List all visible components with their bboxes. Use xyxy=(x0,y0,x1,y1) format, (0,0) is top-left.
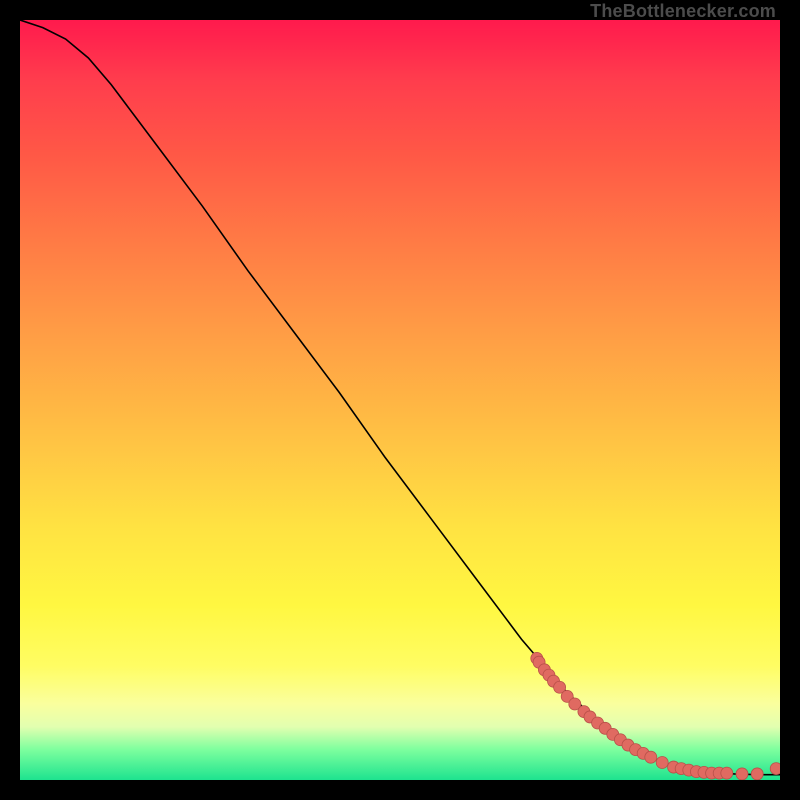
data-marker xyxy=(645,751,657,763)
data-marker xyxy=(770,763,780,775)
plot-area: TheBottlenecker.com xyxy=(20,20,780,780)
chart-frame: TheBottlenecker.com xyxy=(0,0,800,800)
data-marker xyxy=(736,768,748,780)
marker-group xyxy=(531,652,780,780)
bottleneck-curve xyxy=(20,20,780,775)
curve-layer xyxy=(20,20,780,780)
data-marker xyxy=(751,768,763,780)
attribution-label: TheBottlenecker.com xyxy=(590,2,776,20)
data-marker xyxy=(721,767,733,779)
data-marker xyxy=(656,757,668,769)
